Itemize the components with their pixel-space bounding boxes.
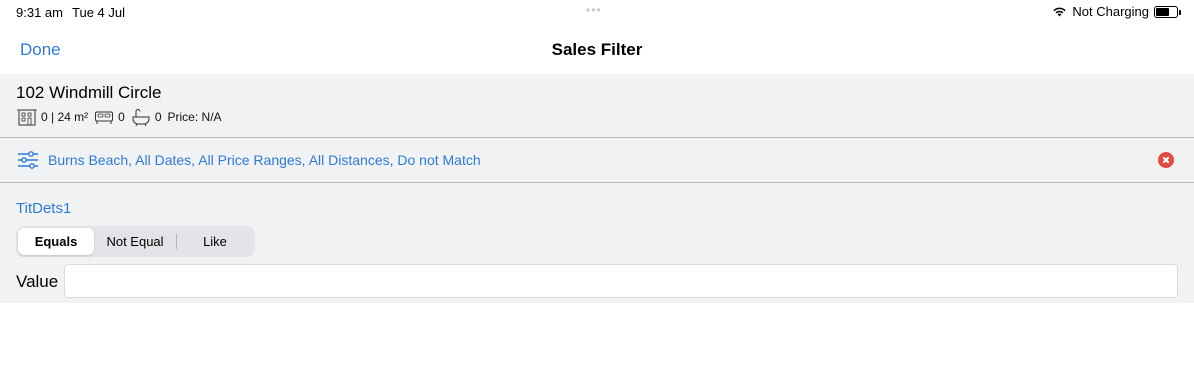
- status-bar: 9:31 am Tue 4 Jul ••• Not Charging: [0, 0, 1194, 24]
- navigation-bar: Done Sales Filter: [0, 24, 1194, 74]
- property-name: 102 Windmill Circle: [16, 83, 162, 102]
- property-meta: 0 | 24 m² 0 0 Price: N/A: [17, 108, 222, 126]
- segment-not-equal[interactable]: Not Equal: [94, 228, 176, 255]
- filter-summary-link[interactable]: Burns Beach, All Dates, All Price Ranges…: [48, 152, 481, 168]
- wifi-icon: [1053, 7, 1066, 17]
- multitasking-dots-icon[interactable]: •••: [586, 3, 602, 17]
- segment-like[interactable]: Like: [177, 228, 253, 255]
- match-type-segmented-control: Equals Not Equal Like: [16, 226, 255, 257]
- page-title: Sales Filter: [551, 40, 643, 59]
- segment-equals[interactable]: Equals: [18, 228, 94, 255]
- clear-filter-icon[interactable]: [1158, 152, 1174, 168]
- bath-icon: [132, 109, 150, 126]
- property-bedrooms: 0: [118, 110, 125, 124]
- bed-icon: [95, 111, 114, 124]
- status-date: Tue 4 Jul: [72, 5, 125, 20]
- value-label: Value: [16, 272, 59, 291]
- property-header: 102 Windmill Circle 0 | 24 m² 0 0 Price:…: [0, 74, 1194, 138]
- status-right: Not Charging: [1052, 4, 1181, 19]
- filter-sliders-icon[interactable]: [17, 150, 39, 170]
- value-input[interactable]: [64, 264, 1178, 298]
- property-price: Price: N/A: [167, 110, 222, 124]
- filter-summary-bar: Burns Beach, All Dates, All Price Ranges…: [0, 138, 1194, 183]
- property-area: 0 | 24 m²: [41, 110, 89, 124]
- battery-icon: [1154, 5, 1181, 18]
- battery-fill: [1156, 7, 1169, 16]
- battery-status-text: Not Charging: [1072, 4, 1149, 19]
- status-time: 9:31 am: [16, 5, 63, 20]
- building-area-icon: [17, 109, 37, 126]
- filter-form: TitDets1 Equals Not Equal Like Value: [0, 183, 1194, 303]
- property-bathrooms: 0: [154, 110, 162, 124]
- field-title: TitDets1: [16, 200, 72, 217]
